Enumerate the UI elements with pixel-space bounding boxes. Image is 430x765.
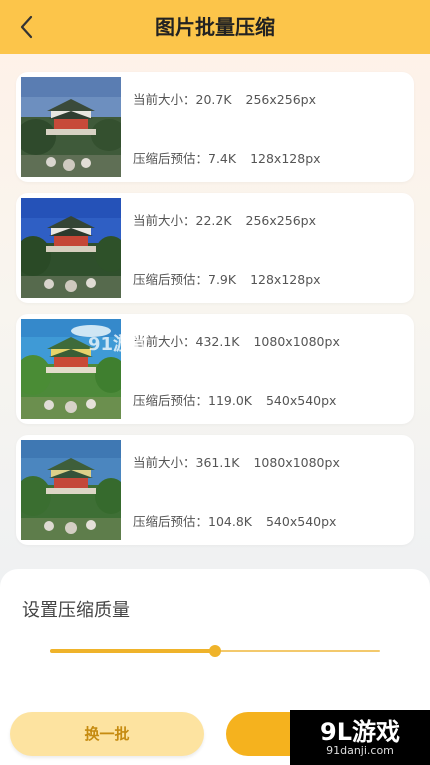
current-dimensions: 256x256px [245, 213, 316, 228]
refresh-batch-button[interactable]: 换一批 [10, 712, 204, 756]
estimated-dimensions: 128x128px [250, 151, 321, 166]
image-thumbnail[interactable] [21, 77, 121, 177]
image-thumbnail[interactable] [21, 198, 121, 298]
image-card[interactable]: 当前大小：20.7K 256x256px 压缩后预估：7.4K 128x128px [16, 72, 414, 182]
estimated-dimensions: 540x540px [265, 514, 337, 529]
slider-handle[interactable] [209, 645, 221, 657]
current-size: 当前大小：20.7K 256x256px [133, 92, 316, 107]
watermark-url: 91danji.com [326, 744, 394, 757]
image-card[interactable]: 当前大小：361.1K 1080x1080px 压缩后预估：104.8K 540x5… [16, 435, 414, 545]
current-dimensions: 1080x1080px [253, 334, 340, 349]
estimated-size: 压缩后预估：119.0K 540x540px [133, 393, 337, 408]
current-size: 当前大小：22.2K 256x256px [133, 213, 316, 228]
image-thumbnail[interactable] [21, 440, 121, 540]
estimated-dimensions: 128x128px [250, 272, 321, 287]
quality-slider[interactable] [50, 645, 380, 657]
watermark-overlay: 91游戏 [88, 334, 150, 355]
estimated-size: 压缩后预估：104.8K 540x540px [133, 514, 337, 529]
page-title: 图片批量压缩 [155, 15, 275, 39]
current-dimensions: 256x256px [245, 92, 316, 107]
app-header: 图片批量压缩 [0, 0, 430, 54]
slider-fill [50, 649, 215, 653]
current-size: 当前大小：361.1K 1080x1080px [133, 455, 340, 470]
quality-title: 设置压缩质量 [22, 600, 130, 621]
image-card[interactable]: 当前大小：22.2K 256x256px 压缩后预估：7.9K 128x128px [16, 193, 414, 303]
current-dimensions: 1080x1080px [253, 455, 340, 470]
estimated-size: 压缩后预估：7.9K 128x128px [133, 272, 321, 287]
image-list: 当前大小：20.7K 256x256px 压缩后预估：7.4K 128x128px [16, 72, 414, 556]
estimated-size: 压缩后预估：7.4K 128x128px [133, 151, 321, 166]
estimated-dimensions: 540x540px [265, 393, 337, 408]
watermark-logo: 9L游戏 91danji.com [290, 710, 430, 765]
current-size: 当前大小：432.1K 1080x1080px [133, 334, 340, 349]
image-card[interactable]: 当前大小：432.1K 1080x1080px 压缩后预估：119.0K 540x5… [16, 314, 414, 424]
watermark-brand: 9L游戏 [320, 718, 400, 746]
